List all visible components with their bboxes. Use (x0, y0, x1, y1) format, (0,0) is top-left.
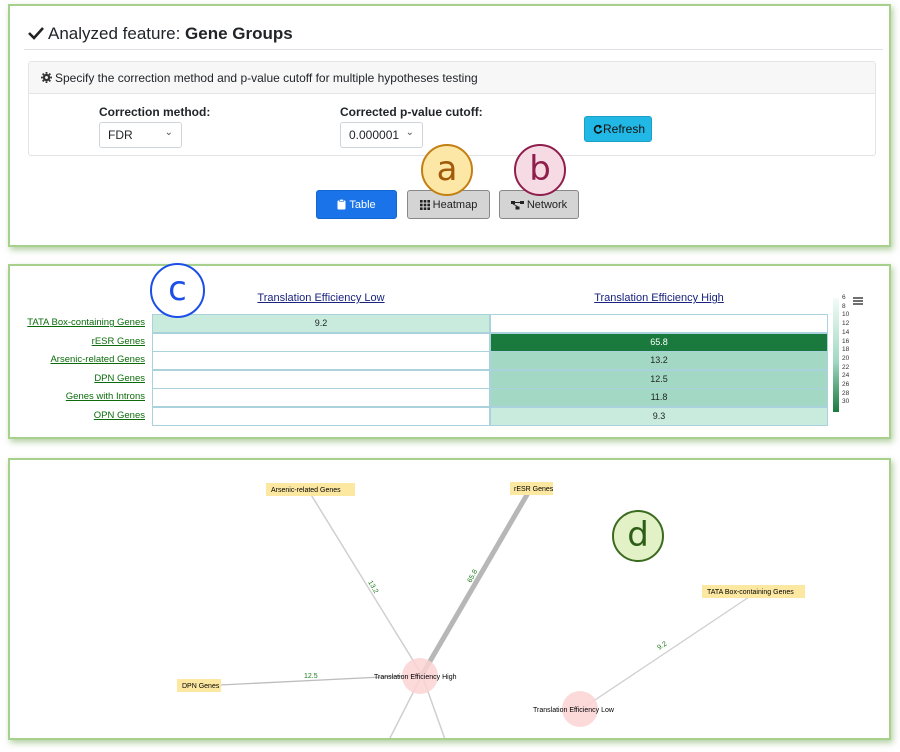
pvalue-cutoff-select[interactable]: 0.000001 ⌄ (340, 122, 423, 148)
heatmap-row-label[interactable]: TATA Box-containing Genes (10, 317, 145, 328)
heatmap-cell[interactable] (490, 314, 828, 333)
edge-tata-low (579, 592, 756, 711)
legend-tick-label: 20 (842, 354, 850, 362)
heatmap-cell[interactable]: 12.5 (490, 369, 828, 389)
method-label: Correction method: (99, 105, 211, 119)
heatmap-cell[interactable] (152, 332, 490, 352)
method-value: FDR (108, 128, 133, 142)
heatmap-cell[interactable]: 65.8 (490, 332, 828, 352)
annotation-badge-a: a (421, 144, 473, 196)
legend-tick-label: 14 (842, 328, 850, 336)
heatmap-cell[interactable] (152, 369, 490, 389)
heatmap-row-label[interactable]: OPN Genes (10, 410, 145, 421)
refresh-icon (593, 124, 603, 134)
heatmap-label: Heatmap (432, 199, 478, 211)
refresh-button[interactable]: Refresh (584, 116, 652, 142)
heatmap-row-label[interactable]: DPN Genes (10, 373, 145, 384)
cutoff-label: Corrected p-value cutoff: (340, 105, 483, 119)
edge-arsenic-high (309, 492, 423, 676)
annotation-badge-b: b (514, 144, 566, 196)
network-graph: 13.2 65.8 12.5 9.2 Translation Efficienc… (177, 482, 805, 738)
clipboard-icon (337, 199, 346, 210)
legend-tick-label: 8 (842, 302, 846, 310)
gear-icon (41, 72, 52, 83)
correction-card: Specify the correction method and p-valu… (28, 61, 876, 156)
heatmap-cell[interactable] (152, 406, 490, 426)
heatmap-panel: Translation Efficiency Low Translation E… (8, 264, 891, 439)
legend-tick-label: 16 (842, 337, 850, 345)
table-label: Table (349, 199, 376, 211)
edge-resr-high (419, 491, 531, 677)
card-header: Specify the correction method and p-valu… (29, 62, 875, 94)
node-label-dpn: DPN Genes (182, 683, 220, 690)
network-panel: 13.2 65.8 12.5 9.2 Translation Efficienc… (8, 458, 891, 740)
table-view-button[interactable]: Table (316, 190, 397, 219)
heatmap-row-label[interactable]: Arsenic-related Genes (10, 354, 145, 365)
heatmap-cell[interactable]: 13.2 (490, 351, 828, 370)
analysis-settings-panel: Analyzed feature: Gene Groups Specify th… (8, 4, 891, 247)
node-label-tata: TATA Box-containing Genes (707, 589, 794, 596)
correction-method-select[interactable]: FDR ⌄ (99, 122, 182, 148)
node-label-resr: rESR Genes (514, 486, 554, 493)
node-label-te-high: Translation Efficiency High (374, 674, 457, 681)
legend-tick-label: 18 (842, 346, 850, 354)
check-icon (28, 27, 44, 40)
divider (24, 49, 883, 50)
network-icon (510, 201, 524, 210)
annotation-badge-c: c (150, 263, 205, 318)
node-label-arsenic: Arsenic-related Genes (271, 487, 341, 494)
network-label: Network (526, 199, 568, 211)
legend-tick-label: 28 (842, 389, 850, 397)
legend-tick-label: 24 (842, 372, 850, 380)
title-value: Gene Groups (185, 24, 293, 43)
edge-label-tata: 9.2 (656, 641, 668, 652)
heatmap-cell[interactable]: 9.2 (152, 314, 490, 333)
refresh-label: Refresh (603, 122, 646, 136)
annotation-badge-d: d (612, 510, 664, 562)
edge-label-dpn: 12.5 (304, 673, 318, 680)
legend-tick-label: 12 (842, 320, 850, 328)
page-title: Analyzed feature: Gene Groups (28, 24, 293, 44)
heatmap-cell[interactable] (152, 351, 490, 370)
legend-tick-label: 10 (842, 311, 850, 319)
title-prefix: Analyzed feature: (48, 24, 181, 43)
heatmap-row-label[interactable]: rESR Genes (10, 336, 145, 347)
legend-tick-label: 30 (842, 398, 850, 406)
heatmap-cell[interactable] (152, 388, 490, 407)
heatmap-cell[interactable]: 9.3 (490, 406, 828, 426)
node-label-te-low: Translation Efficiency Low (533, 707, 615, 714)
legend-tick-label: 22 (842, 363, 850, 371)
chevron-down-icon: ⌄ (164, 127, 173, 138)
heatmap-row-label[interactable]: Genes with Introns (10, 391, 145, 402)
chevron-down-icon: ⌄ (405, 127, 414, 138)
legend-tick-label: 26 (842, 381, 850, 388)
cutoff-value: 0.000001 (349, 128, 400, 142)
legend-colorbar (833, 298, 839, 412)
heatmap-column-header[interactable]: Translation Efficiency High (490, 292, 828, 304)
legend-tick-label: 6 (842, 294, 846, 301)
heatmap-cell[interactable]: 11.8 (490, 388, 828, 407)
grid-icon (419, 200, 430, 210)
card-header-text: Specify the correction method and p-valu… (55, 71, 478, 85)
menu-icon[interactable] (853, 297, 863, 305)
